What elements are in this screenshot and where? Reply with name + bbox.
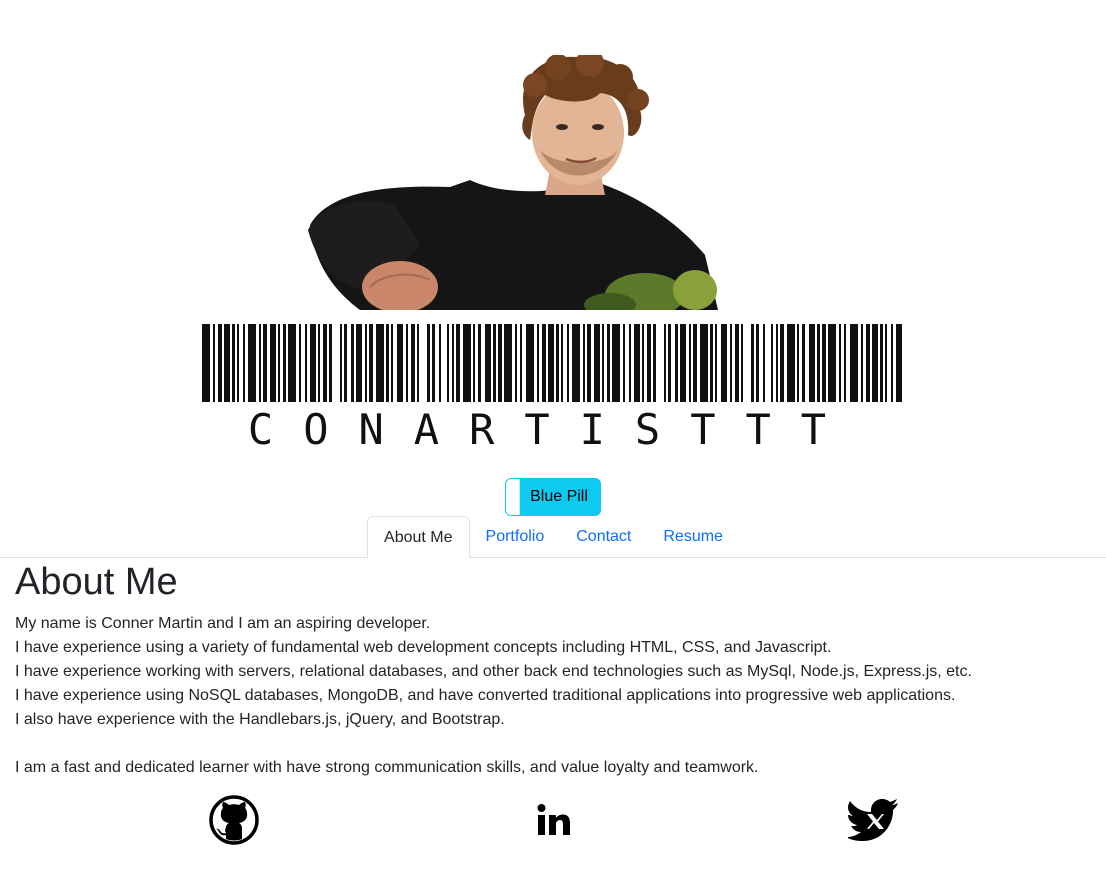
toggle-knob[interactable] xyxy=(506,479,521,515)
twitter-link[interactable] xyxy=(846,796,900,848)
hero-header: CONARTISTTT xyxy=(0,0,1106,448)
tab-portfolio[interactable]: Portfolio xyxy=(470,516,561,558)
toggle-label: Blue Pill xyxy=(530,488,588,505)
nav-tabs: About Me Portfolio Contact Resume xyxy=(0,516,1106,558)
about-line: I have experience using a variety of fun… xyxy=(15,639,832,656)
about-closing-line: I am a fast and dedicated learner with h… xyxy=(15,759,759,776)
about-line: I have experience using NoSQL databases,… xyxy=(15,687,956,704)
about-line: I also have experience with the Handleba… xyxy=(15,711,505,728)
tab-resume[interactable]: Resume xyxy=(647,516,739,558)
github-icon xyxy=(209,794,259,850)
about-line: My name is Conner Martin and I am an asp… xyxy=(15,615,431,632)
barcode-logo: CONARTISTTT xyxy=(202,324,902,448)
page-title: About Me xyxy=(15,561,178,603)
theme-toggle-row: Blue Pill xyxy=(0,478,1106,516)
blue-pill-toggle-button[interactable]: Blue Pill xyxy=(505,478,601,516)
barcode-text: CONARTISTTT xyxy=(248,405,856,448)
about-section: About Me My name is Conner Martin and I … xyxy=(15,558,1095,780)
tab-contact[interactable]: Contact xyxy=(560,516,647,558)
profile-photo xyxy=(300,49,720,317)
tab-about-me[interactable]: About Me xyxy=(367,516,470,558)
about-line: I have experience working with servers, … xyxy=(15,663,972,680)
github-link[interactable] xyxy=(208,794,260,850)
social-links xyxy=(0,794,1106,850)
linkedin-icon xyxy=(537,803,571,842)
twitter-x-icon xyxy=(846,798,900,847)
about-paragraph: My name is Conner Martin and I am an asp… xyxy=(15,612,1095,780)
linkedin-link[interactable] xyxy=(528,796,580,848)
